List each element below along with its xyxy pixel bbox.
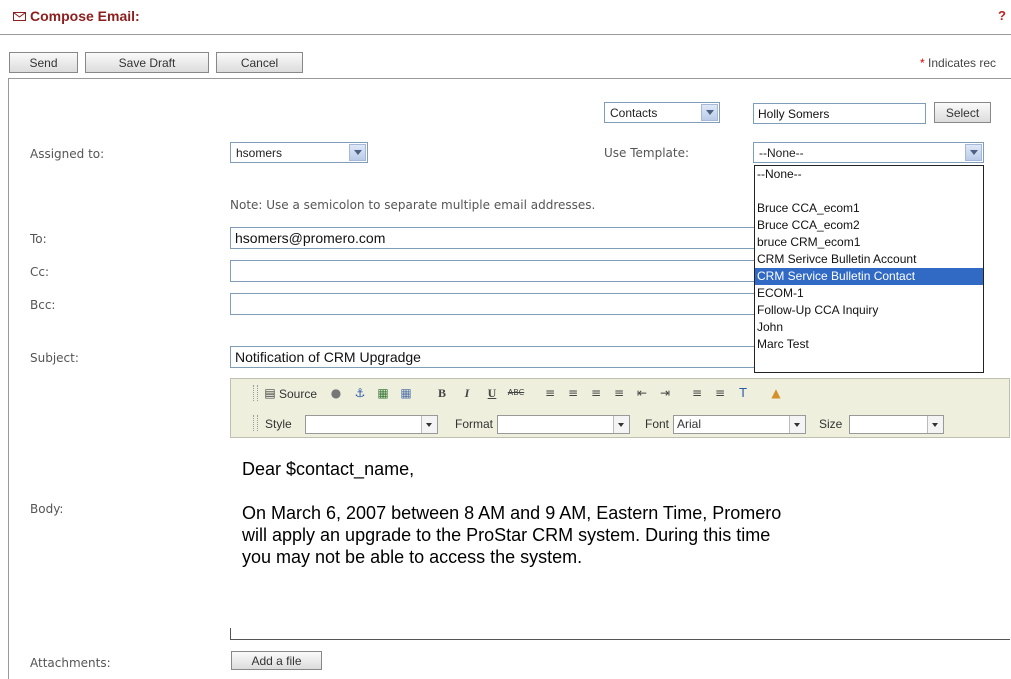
font-value: Arial bbox=[677, 417, 702, 431]
underline-icon[interactable]: U bbox=[483, 384, 501, 402]
format-label: Format bbox=[455, 417, 494, 431]
font-select[interactable]: Arial bbox=[673, 415, 806, 434]
template-dropdown-list[interactable]: --None-- Bruce CCA_ecom1 Bruce CCA_ecom2… bbox=[754, 165, 984, 373]
template-option-highlighted[interactable]: CRM Service Bulletin Contact bbox=[755, 268, 983, 285]
body-label: Body: bbox=[30, 502, 64, 516]
body-greeting: Dear $contact_name, bbox=[242, 459, 415, 479]
background-color-icon[interactable]: ▲ bbox=[767, 384, 785, 402]
editor-toolbar: ▤ Source ● ⚓ ▦ ▦ B I U ABC ≡ ≡ ≡ ≡ ⇤ ⇥ ≡… bbox=[230, 378, 1010, 438]
page-header bbox=[0, 0, 1011, 35]
add-file-button[interactable]: Add a file bbox=[231, 651, 322, 670]
bcc-field[interactable] bbox=[230, 293, 770, 315]
style-label: Style bbox=[265, 417, 292, 431]
select-contact-button[interactable]: Select bbox=[934, 102, 991, 123]
cc-field[interactable] bbox=[230, 260, 770, 282]
attachments-label: Attachments: bbox=[30, 656, 111, 670]
contact-name-field[interactable]: Holly Somers bbox=[753, 103, 926, 124]
bulleted-list-icon[interactable]: ≡ bbox=[711, 384, 729, 402]
template-option[interactable] bbox=[755, 183, 983, 200]
bcc-label: Bcc: bbox=[30, 298, 56, 312]
send-button[interactable]: Send bbox=[9, 52, 78, 73]
chevron-down-icon bbox=[613, 416, 629, 433]
body-line: On March 6, 2007 between 8 AM and 9 AM, … bbox=[242, 503, 782, 523]
size-label: Size bbox=[819, 417, 843, 431]
indent-icon[interactable]: ⇥ bbox=[656, 384, 674, 402]
body-line: will apply an upgrade to the ProStar CRM… bbox=[242, 525, 771, 545]
bold-icon[interactable]: B bbox=[433, 384, 451, 402]
save-draft-button[interactable]: Save Draft bbox=[85, 52, 209, 73]
template-option[interactable]: Bruce CCA_ecom2 bbox=[755, 217, 983, 234]
subject-field[interactable]: Notification of CRM Upgradge bbox=[230, 346, 770, 368]
subject-label: Subject: bbox=[30, 351, 79, 365]
chevron-down-icon bbox=[789, 416, 805, 433]
body-editor-border bbox=[230, 628, 1010, 640]
to-label: To: bbox=[30, 232, 47, 246]
align-left-icon[interactable]: ≡ bbox=[541, 384, 559, 402]
anchor-icon[interactable]: ⚓ bbox=[351, 384, 369, 402]
strikethrough-icon[interactable]: ABC bbox=[507, 384, 525, 402]
numbered-list-icon[interactable]: ≡ bbox=[688, 384, 706, 402]
chevron-down-icon bbox=[349, 144, 366, 161]
cc-label: Cc: bbox=[30, 265, 50, 279]
template-option[interactable]: CRM Serivce Bulletin Account bbox=[755, 251, 983, 268]
toolbar-grip[interactable] bbox=[253, 385, 258, 401]
contacts-type-select[interactable]: Contacts bbox=[604, 102, 720, 123]
source-icon[interactable]: ▤ bbox=[261, 384, 279, 402]
chevron-down-icon bbox=[701, 104, 718, 121]
required-note-text: Indicates rec bbox=[924, 56, 997, 70]
toolbar-grip[interactable] bbox=[253, 415, 258, 431]
page-title: Compose Email: bbox=[30, 8, 140, 24]
to-field[interactable]: hsomers@promero.com bbox=[230, 227, 770, 249]
template-option[interactable]: John bbox=[755, 319, 983, 336]
template-option[interactable]: Follow-Up CCA Inquiry bbox=[755, 302, 983, 319]
font-label: Font bbox=[645, 417, 670, 431]
chevron-down-icon bbox=[421, 416, 437, 433]
template-option[interactable]: bruce CRM_ecom1 bbox=[755, 234, 983, 251]
style-select[interactable] bbox=[305, 415, 438, 434]
source-button[interactable]: Source bbox=[279, 387, 317, 401]
template-select[interactable]: --None-- bbox=[753, 142, 984, 163]
body-line: you may not be able to access the system… bbox=[242, 547, 583, 567]
format-select[interactable] bbox=[497, 415, 630, 434]
chevron-down-icon bbox=[927, 416, 943, 433]
template-option[interactable]: ECOM-1 bbox=[755, 285, 983, 302]
assigned-to-label: Assigned to: bbox=[30, 147, 105, 161]
cancel-button[interactable]: Cancel bbox=[216, 52, 303, 73]
assigned-to-select[interactable]: hsomers bbox=[230, 142, 368, 163]
help-icon[interactable]: ? bbox=[998, 8, 1006, 23]
size-select[interactable] bbox=[849, 415, 944, 434]
required-note: * Indicates rec bbox=[920, 56, 996, 70]
align-center-icon[interactable]: ≡ bbox=[564, 384, 582, 402]
image-icon[interactable]: ▦ bbox=[374, 384, 392, 402]
email-separator-note: Note: Use a semicolon to separate multip… bbox=[230, 198, 596, 212]
table-icon[interactable]: ▦ bbox=[397, 384, 415, 402]
body-content[interactable]: Dear $contact_name, On March 6, 2007 bet… bbox=[242, 458, 982, 568]
text-color-icon[interactable]: T bbox=[734, 384, 752, 402]
chevron-down-icon bbox=[965, 144, 982, 161]
align-justify-icon[interactable]: ≡ bbox=[610, 384, 628, 402]
use-template-label: Use Template: bbox=[604, 146, 690, 160]
template-option[interactable]: Bruce CCA_ecom1 bbox=[755, 200, 983, 217]
outdent-icon[interactable]: ⇤ bbox=[633, 384, 651, 402]
template-option[interactable]: Marc Test bbox=[755, 336, 983, 353]
italic-icon[interactable]: I bbox=[458, 384, 476, 402]
align-right-icon[interactable]: ≡ bbox=[587, 384, 605, 402]
template-option[interactable]: --None-- bbox=[755, 166, 983, 183]
envelope-icon bbox=[13, 12, 26, 21]
spellcheck-icon[interactable]: ● bbox=[327, 384, 345, 402]
